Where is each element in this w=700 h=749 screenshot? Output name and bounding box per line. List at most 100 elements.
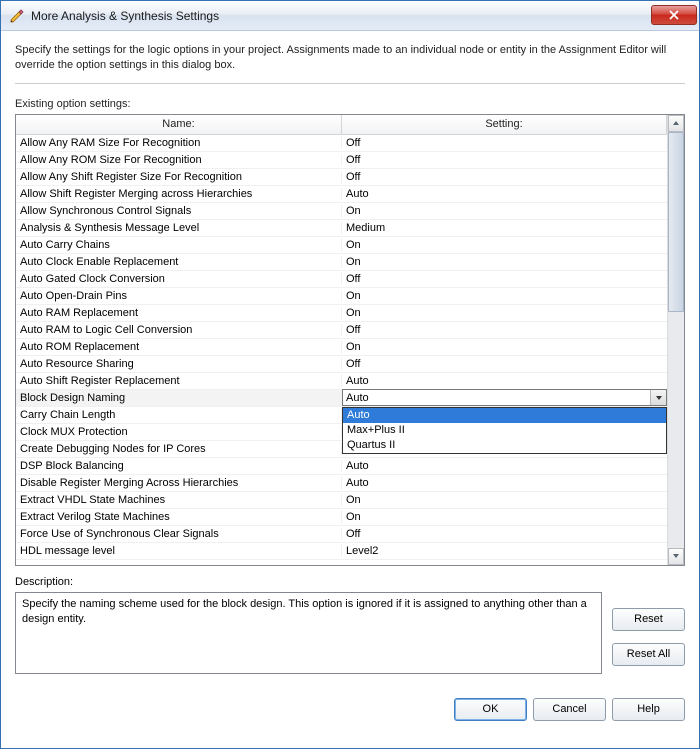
setting-value[interactable]: On (342, 205, 667, 217)
setting-value[interactable]: Off (342, 273, 667, 285)
column-header-name[interactable]: Name: (16, 115, 342, 134)
dialog-window: More Analysis & Synthesis Settings Speci… (0, 0, 700, 749)
setting-name: Extract Verilog State Machines (16, 511, 342, 523)
setting-name: Auto RAM to Logic Cell Conversion (16, 324, 342, 336)
description-label: Description: (15, 576, 685, 588)
help-button[interactable]: Help (612, 698, 685, 721)
table-row[interactable]: Auto RAM ReplacementOn (16, 305, 667, 322)
table-row[interactable]: Block Design NamingAuto (16, 390, 667, 407)
setting-name: Auto RAM Replacement (16, 307, 342, 319)
dropdown-option[interactable]: Max+Plus II (343, 423, 666, 438)
table-row[interactable]: Auto Carry ChainsOn (16, 237, 667, 254)
setting-value[interactable]: Auto (342, 188, 667, 200)
setting-value[interactable]: Off (342, 358, 667, 370)
setting-name: Force Use of Synchronous Clear Signals (16, 528, 342, 540)
combobox-text: Auto (343, 392, 650, 404)
setting-name: Auto Carry Chains (16, 239, 342, 251)
setting-name: Clock MUX Protection (16, 426, 342, 438)
setting-value[interactable]: Auto (342, 477, 667, 489)
table-row[interactable]: DSP Block BalancingAuto (16, 458, 667, 475)
scroll-track[interactable] (668, 132, 684, 548)
setting-name: Disable Register Merging Across Hierarch… (16, 477, 342, 489)
table-row[interactable]: Auto Gated Clock ConversionOff (16, 271, 667, 288)
chevron-down-icon[interactable] (650, 390, 666, 405)
scroll-up-arrow[interactable] (668, 115, 684, 132)
table-row[interactable]: HDL message levelLevel2 (16, 543, 667, 560)
setting-name: Auto Open-Drain Pins (16, 290, 342, 302)
setting-name: Auto Clock Enable Replacement (16, 256, 342, 268)
setting-value[interactable]: Auto (342, 460, 667, 472)
setting-name: Auto Resource Sharing (16, 358, 342, 370)
setting-name: Analysis & Synthesis Message Level (16, 222, 342, 234)
setting-value[interactable]: Off (342, 137, 667, 149)
setting-value[interactable]: On (342, 290, 667, 302)
existing-settings-label: Existing option settings: (15, 98, 685, 110)
setting-value[interactable]: Auto (342, 375, 667, 387)
scroll-down-arrow[interactable] (668, 548, 684, 565)
setting-value[interactable]: Off (342, 324, 667, 336)
table-row[interactable]: Allow Any RAM Size For RecognitionOff (16, 135, 667, 152)
setting-value[interactable]: Medium (342, 222, 667, 234)
divider (15, 83, 685, 84)
setting-value[interactable]: Off (342, 154, 667, 166)
combobox-dropdown[interactable]: AutoMax+Plus IIQuartus II (342, 407, 667, 454)
cancel-button[interactable]: Cancel (533, 698, 606, 721)
table-row[interactable]: Auto Clock Enable ReplacementOn (16, 254, 667, 271)
table-row[interactable]: Extract VHDL State MachinesOn (16, 492, 667, 509)
table-row[interactable]: Auto RAM to Logic Cell ConversionOff (16, 322, 667, 339)
setting-name: Carry Chain Length (16, 409, 342, 421)
table-row[interactable]: Extract Verilog State MachinesOn (16, 509, 667, 526)
setting-name: Allow Synchronous Control Signals (16, 205, 342, 217)
table-row[interactable]: Allow Any Shift Register Size For Recogn… (16, 169, 667, 186)
setting-value[interactable]: On (342, 307, 667, 319)
table-row[interactable]: Analysis & Synthesis Message LevelMedium (16, 220, 667, 237)
setting-value[interactable]: On (342, 511, 667, 523)
titlebar[interactable]: More Analysis & Synthesis Settings (1, 1, 699, 31)
setting-value[interactable]: On (342, 341, 667, 353)
dialog-content: Specify the settings for the logic optio… (1, 31, 699, 748)
grid-body: Allow Any RAM Size For RecognitionOffAll… (16, 135, 667, 565)
setting-value[interactable]: Off (342, 171, 667, 183)
setting-name: Block Design Naming (16, 392, 342, 404)
setting-name: Allow Shift Register Merging across Hier… (16, 188, 342, 200)
dropdown-option[interactable]: Quartus II (343, 438, 666, 453)
setting-name: Auto Shift Register Replacement (16, 375, 342, 387)
table-row[interactable]: Auto Open-Drain PinsOn (16, 288, 667, 305)
setting-name: Allow Any ROM Size For Recognition (16, 154, 342, 166)
setting-value[interactable]: On (342, 494, 667, 506)
close-button[interactable] (651, 5, 697, 25)
ok-button[interactable]: OK (454, 698, 527, 721)
setting-value[interactable]: On (342, 239, 667, 251)
setting-value[interactable]: Auto (342, 389, 667, 406)
grid-header: Name: Setting: (16, 115, 667, 135)
setting-value[interactable]: Level2 (342, 545, 667, 557)
setting-name: DSP Block Balancing (16, 460, 342, 472)
table-row[interactable]: Auto ROM ReplacementOn (16, 339, 667, 356)
table-row[interactable]: Auto Shift Register ReplacementAuto (16, 373, 667, 390)
setting-combobox[interactable]: Auto (342, 389, 667, 406)
description-text: Specify the naming scheme used for the b… (15, 592, 602, 674)
setting-name: Allow Any RAM Size For Recognition (16, 137, 342, 149)
setting-name: Allow Any Shift Register Size For Recogn… (16, 171, 342, 183)
setting-name: Auto ROM Replacement (16, 341, 342, 353)
setting-value[interactable]: On (342, 256, 667, 268)
table-row[interactable]: Auto Resource SharingOff (16, 356, 667, 373)
reset-button[interactable]: Reset (612, 608, 685, 631)
settings-grid: Name: Setting: Allow Any RAM Size For Re… (15, 114, 685, 566)
table-row[interactable]: Allow Any ROM Size For RecognitionOff (16, 152, 667, 169)
scroll-thumb[interactable] (668, 132, 684, 312)
table-row[interactable]: Disable Register Merging Across Hierarch… (16, 475, 667, 492)
table-row[interactable]: Force Use of Synchronous Clear SignalsOf… (16, 526, 667, 543)
setting-name: HDL message level (16, 545, 342, 557)
dropdown-option[interactable]: Auto (343, 408, 666, 423)
setting-value[interactable]: Off (342, 528, 667, 540)
setting-name: Auto Gated Clock Conversion (16, 273, 342, 285)
vertical-scrollbar[interactable] (667, 115, 684, 565)
setting-name: Extract VHDL State Machines (16, 494, 342, 506)
table-row[interactable]: Allow Synchronous Control SignalsOn (16, 203, 667, 220)
column-header-setting[interactable]: Setting: (342, 115, 667, 134)
window-title: More Analysis & Synthesis Settings (31, 9, 651, 23)
reset-all-button[interactable]: Reset All (612, 643, 685, 666)
dialog-footer: OK Cancel Help (15, 674, 685, 721)
table-row[interactable]: Allow Shift Register Merging across Hier… (16, 186, 667, 203)
